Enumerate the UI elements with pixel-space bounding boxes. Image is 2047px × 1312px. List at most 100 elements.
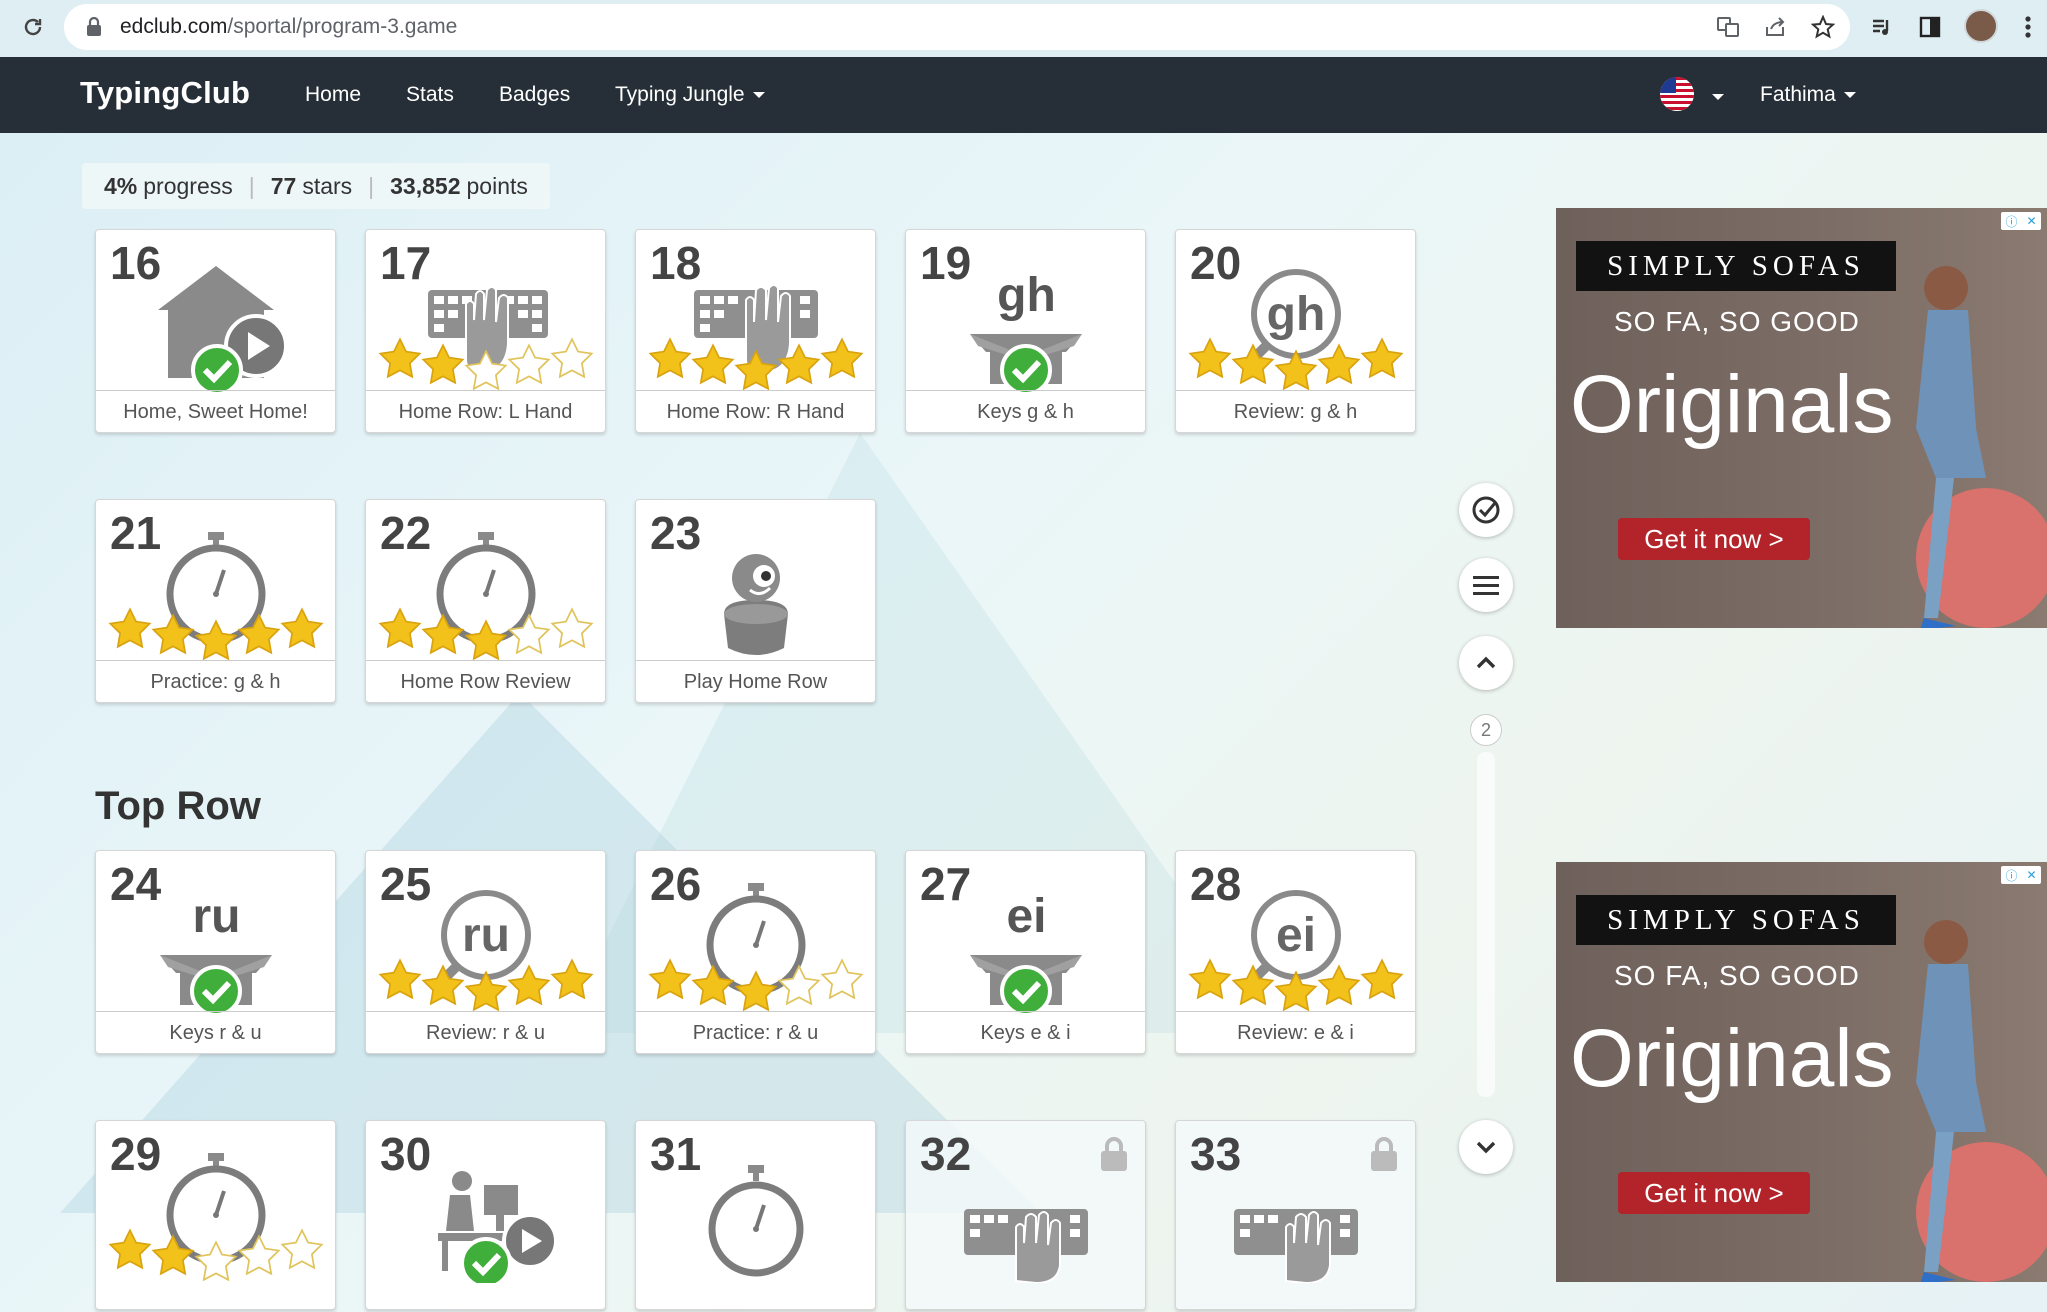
star-filled-icon — [648, 337, 692, 379]
star-empty-icon — [280, 1228, 324, 1270]
lesson-card-locked[interactable]: 33 — [1175, 1120, 1416, 1310]
address-bar[interactable]: edclub.com/sportal/program-3.game — [64, 4, 1850, 50]
game-character-icon — [724, 554, 788, 655]
nav-stats[interactable]: Stats — [406, 83, 454, 107]
scroll-track[interactable] — [1477, 752, 1495, 1097]
menu-button[interactable] — [1459, 558, 1513, 612]
stopwatch-icon — [708, 1165, 804, 1277]
star-empty-icon — [550, 337, 594, 379]
lesson-card[interactable]: 30 — [365, 1120, 606, 1310]
stopwatch-icon — [108, 532, 324, 661]
lesson-card[interactable]: 25 ru Review: r & u — [365, 850, 606, 1054]
star-filled-icon — [1360, 337, 1404, 379]
user-menu[interactable]: Fathima — [1760, 83, 1856, 107]
url-text: edclub.com/sportal/program-3.game — [120, 15, 458, 38]
star-filled-icon — [464, 970, 508, 1012]
section-title: Top Row — [95, 784, 261, 828]
star-filled-icon — [421, 343, 465, 385]
nav-typing-jungle[interactable]: Typing Jungle — [615, 83, 765, 107]
lesson-card[interactable]: 21 Practice: g & h — [95, 499, 336, 703]
kebab-menu-icon[interactable] — [2012, 11, 2044, 43]
star-filled-icon — [507, 964, 551, 1006]
check-icon — [1000, 344, 1052, 392]
bookmark-star-icon[interactable] — [1807, 11, 1839, 43]
reload-icon[interactable] — [16, 10, 50, 44]
hamburger-icon — [1473, 576, 1499, 595]
star-filled-icon — [108, 1228, 152, 1270]
ei-magnifier-icon: ei — [1188, 890, 1404, 1012]
scroll-down-button[interactable] — [1459, 1120, 1513, 1174]
lesson-card[interactable]: 29 — [95, 1120, 336, 1310]
nav-badges[interactable]: Badges — [499, 83, 570, 107]
star-empty-icon — [820, 958, 864, 1000]
lesson-card[interactable]: 24 ru Keys r & u — [95, 850, 336, 1054]
lesson-card[interactable]: 27 ei Keys e & i — [905, 850, 1146, 1054]
browser-toolbar: edclub.com/sportal/program-3.game — [0, 0, 2047, 57]
star-filled-icon — [820, 337, 864, 379]
lesson-card[interactable]: 23 Play Home Row — [635, 499, 876, 703]
lesson-card[interactable]: 17 Home Row: L Hand — [365, 229, 606, 433]
ad-banner[interactable]: SIMPLY SOFAS SO FA, SO GOOD Originals Ge… — [1556, 862, 2047, 1282]
check-circle-icon — [1472, 496, 1500, 524]
ad-tagline: SO FA, SO GOOD — [1614, 960, 1860, 991]
star-filled-icon — [1274, 970, 1318, 1012]
ad-cta-button[interactable]: Get it now > — [1618, 1172, 1810, 1214]
lesson-card[interactable]: 18 Home Row: R Hand — [635, 229, 876, 433]
ad-model-image — [1916, 266, 2047, 628]
lesson-letters: ru — [462, 909, 510, 962]
stopwatch-icon — [108, 1153, 324, 1282]
side-panel-icon[interactable] — [1914, 11, 1946, 43]
star-filled-icon — [1360, 958, 1404, 1000]
scroll-up-button[interactable] — [1459, 636, 1513, 690]
check-icon — [460, 1237, 512, 1283]
ad-brand: SIMPLY SOFAS — [1576, 895, 1896, 945]
star-filled-icon — [1188, 958, 1232, 1000]
share-icon[interactable] — [1759, 11, 1791, 43]
keyboard-hand-icon — [964, 1209, 1088, 1283]
lesson-card[interactable]: 28 ei Review: e & i — [1175, 850, 1416, 1054]
lesson-card[interactable]: 20 gh Review: g & h — [1175, 229, 1416, 433]
keyboard-left-hand-icon — [378, 286, 594, 391]
site-navbar: TypingClub Home Stats Badges Typing Jung… — [0, 57, 2047, 133]
ei-box-icon — [970, 955, 1082, 1013]
check-icon — [190, 965, 242, 1013]
chevron-down-icon — [1843, 92, 1856, 99]
progress-check-button[interactable] — [1459, 483, 1513, 537]
star-filled-icon — [550, 958, 594, 1000]
profile-avatar[interactable] — [1964, 9, 1998, 43]
progress-summary: 4% progress | 77 stars | 33,852 points — [82, 163, 550, 209]
star-empty-icon — [550, 607, 594, 649]
check-icon — [1000, 965, 1052, 1013]
language-chevron-icon[interactable] — [1712, 94, 1724, 100]
lesson-card[interactable]: 19 gh Keys g & h — [905, 229, 1146, 433]
nav-home[interactable]: Home — [305, 83, 361, 107]
star-filled-icon — [378, 607, 422, 649]
ru-box-icon — [160, 955, 272, 1013]
ad-cta-button[interactable]: Get it now > — [1618, 518, 1810, 560]
ad-tagline: SO FA, SO GOOD — [1614, 306, 1860, 337]
star-filled-icon — [1274, 349, 1318, 391]
star-empty-icon — [507, 343, 551, 385]
lesson-card[interactable]: 31 — [635, 1120, 876, 1310]
media-controls-icon[interactable] — [1866, 11, 1898, 43]
star-filled-icon — [108, 607, 152, 649]
page-indicator: 2 — [1470, 714, 1502, 746]
lesson-card[interactable]: 26 Practice: r & u — [635, 850, 876, 1054]
ad-banner[interactable]: SIMPLY SOFAS SO FA, SO GOOD Originals Ge… — [1556, 208, 2047, 628]
ad-model-image — [1916, 920, 2047, 1282]
stopwatch-icon — [378, 532, 594, 661]
star-filled-icon — [378, 958, 422, 1000]
typist-video-icon — [438, 1171, 558, 1283]
lesson-card[interactable]: 22 Home Row Review — [365, 499, 606, 703]
translate-icon[interactable] — [1712, 11, 1744, 43]
us-flag-icon[interactable] — [1660, 77, 1694, 111]
brand-logo[interactable]: TypingClub — [80, 75, 250, 111]
lesson-card-locked[interactable]: 32 — [905, 1120, 1146, 1310]
check-icon — [191, 344, 243, 392]
stopwatch-icon — [648, 883, 864, 1012]
star-filled-icon — [280, 607, 324, 649]
ad-brand: SIMPLY SOFAS — [1576, 241, 1896, 291]
star-filled-icon — [648, 958, 692, 1000]
lesson-card[interactable]: 16 Home, Sweet Home! — [95, 229, 336, 433]
chevron-down-icon — [1476, 1141, 1496, 1154]
